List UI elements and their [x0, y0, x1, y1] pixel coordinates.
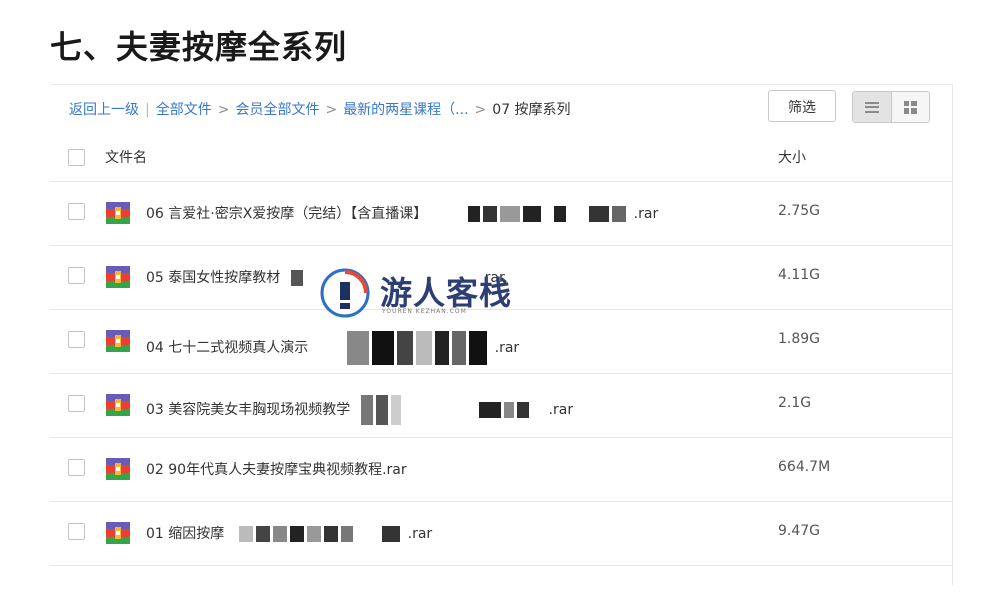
breadcrumb-item-all-files[interactable]: 全部文件: [156, 99, 212, 119]
breadcrumb-arrow: >: [474, 102, 487, 118]
rar-archive-icon: [105, 200, 131, 226]
redaction-block: [382, 526, 401, 542]
rar-archive-icon: [105, 392, 131, 418]
file-name[interactable]: 03 美容院美女丰胸现场视频教学 .rar: [146, 395, 573, 425]
file-name[interactable]: 01 缩因按摩 .rar: [146, 523, 432, 543]
redaction-block: [589, 206, 610, 222]
rar-archive-icon: [105, 520, 131, 546]
file-extension: .rar: [494, 340, 520, 356]
row-checkbox[interactable]: [68, 523, 85, 540]
breadcrumb-item-member-files[interactable]: 会员全部文件: [235, 99, 319, 119]
redaction-block: [500, 206, 521, 222]
redaction-block: [347, 331, 370, 365]
row-checkbox[interactable]: [68, 331, 85, 348]
redaction-block: [516, 402, 529, 418]
redaction-block: [503, 402, 514, 418]
file-name-text: 04 七十二式视频真人演示: [146, 340, 309, 356]
breadcrumb: 返回上一级 | 全部文件 > 会员全部文件 > 最新的两星课程（... >07 按摩系列: [69, 99, 571, 119]
row-checkbox[interactable]: [68, 459, 85, 476]
page-title: 七、夫妻按摩全系列: [50, 28, 348, 66]
redaction-block: [523, 206, 542, 222]
breadcrumb-arrow: >: [217, 102, 230, 118]
breadcrumb-arrow: >: [325, 102, 338, 118]
redaction-block: [375, 395, 388, 425]
redaction-block: [468, 206, 481, 222]
watermark-logo-icon: [320, 268, 370, 318]
list-icon: [864, 101, 879, 113]
redaction-block: [416, 331, 433, 365]
redaction-block: [306, 526, 321, 542]
watermark-subtext: YOUREN KEZHAN.COM: [382, 308, 467, 315]
redaction-block: [554, 206, 567, 222]
redaction-block: [372, 331, 395, 365]
toolbar: 返回上一级 | 全部文件 > 会员全部文件 > 最新的两星课程（... >07 按摩系列 筛选: [50, 85, 952, 133]
redaction-block: [272, 526, 287, 542]
file-size: 9.47G: [778, 523, 821, 539]
file-extension: .rar: [548, 402, 574, 418]
row-checkbox[interactable]: [68, 267, 85, 284]
rar-archive-icon: [105, 456, 131, 482]
file-name-text: 06 言爱社·密宗X爱按摩（完结）【含直播课】: [146, 206, 428, 222]
rar-archive-icon: [105, 264, 131, 290]
breadcrumb-current: 07 按摩系列: [492, 102, 571, 118]
file-name[interactable]: 06 言爱社·密宗X爱按摩（完结）【含直播课】 .rar: [146, 203, 658, 223]
file-name-text: 01 缩因按摩: [146, 526, 225, 542]
select-all-checkbox[interactable]: [68, 149, 85, 166]
redaction-block: [255, 526, 270, 542]
view-toggle: [852, 91, 930, 123]
file-name[interactable]: 04 七十二式视频真人演示 .rar: [146, 331, 519, 365]
file-size: 2.75G: [778, 203, 821, 219]
redaction-block: [390, 395, 401, 425]
redaction-block: [238, 526, 253, 542]
row-checkbox[interactable]: [68, 203, 85, 220]
redaction-block: [340, 526, 353, 542]
redaction-block: [323, 526, 338, 542]
table-row[interactable]: 06 言爱社·密宗X爱按摩（完结）【含直播课】 .rar 2.75G: [50, 182, 952, 246]
row-checkbox[interactable]: [68, 395, 85, 412]
redaction-block: [290, 270, 303, 286]
table-header: 文件名 大小: [50, 133, 952, 182]
breadcrumb-divider: |: [145, 102, 150, 118]
back-link[interactable]: 返回上一级: [69, 99, 139, 119]
file-name-text: 02 90年代真人夫妻按摩宝典视频教程.rar: [146, 462, 407, 478]
redaction-block: [452, 331, 467, 365]
redaction-block: [483, 206, 498, 222]
list-view-button[interactable]: [853, 92, 891, 122]
file-size: 1.89G: [778, 331, 821, 347]
file-size: 2.1G: [778, 395, 812, 411]
file-browser-panel: 返回上一级 | 全部文件 > 会员全部文件 > 最新的两星课程（... >07 按摩系列 筛选…: [50, 84, 953, 585]
grid-view-button[interactable]: [890, 92, 929, 122]
redaction-block: [612, 206, 627, 222]
column-header-size[interactable]: 大小: [778, 147, 806, 167]
column-header-name[interactable]: 文件名: [105, 147, 147, 167]
redaction-block: [435, 331, 450, 365]
filter-button[interactable]: 筛选: [768, 90, 836, 122]
file-name-text: 05 泰国女性按摩教材: [146, 270, 281, 286]
watermark: 游人客栈 YOUREN KEZHAN.COM: [320, 264, 530, 322]
file-extension: .rar: [407, 526, 433, 542]
file-name[interactable]: 02 90年代真人夫妻按摩宝典视频教程.rar: [146, 459, 407, 479]
table-row[interactable]: 01 缩因按摩 .rar 9.47G: [50, 502, 952, 566]
redaction-block: [360, 395, 373, 425]
breadcrumb-item-latest-courses[interactable]: 最新的两星课程（...: [343, 99, 468, 119]
file-size: 664.7M: [778, 459, 831, 475]
rar-archive-icon: [105, 328, 131, 354]
redaction-block: [478, 402, 501, 418]
table-row[interactable]: 03 美容院美女丰胸现场视频教学 .rar 2.1G: [50, 374, 952, 438]
file-size: 4.11G: [778, 267, 821, 283]
file-name-text: 03 美容院美女丰胸现场视频教学: [146, 402, 351, 418]
grid-icon: [903, 100, 917, 114]
redaction-block: [469, 331, 488, 365]
redaction-block: [397, 331, 414, 365]
file-extension: .rar: [633, 206, 659, 222]
redaction-block: [289, 526, 304, 542]
table-row[interactable]: 02 90年代真人夫妻按摩宝典视频教程.rar 664.7M: [50, 438, 952, 502]
